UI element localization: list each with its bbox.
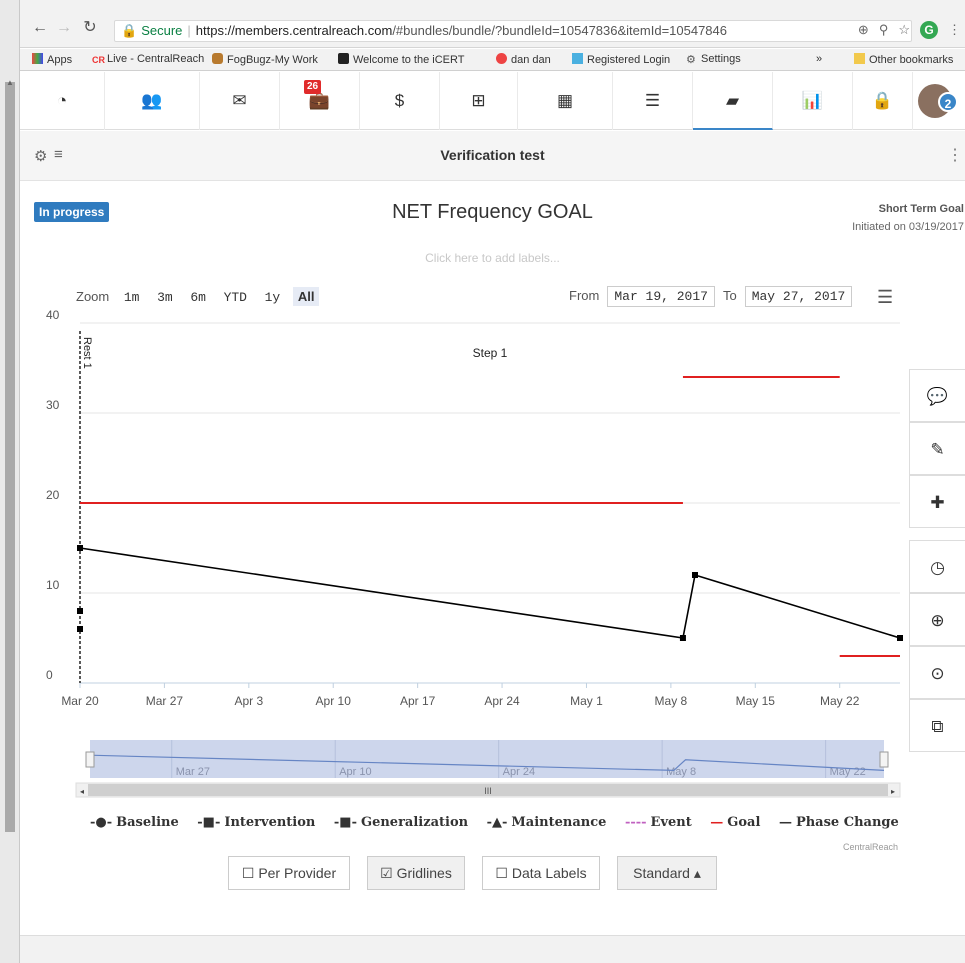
data-labels-toggle[interactable]: ☐ Data Labels [482,856,600,890]
phase-change-marker-icon: — [778,815,792,830]
x-tick-label: Apr 24 [484,694,520,708]
legend-generalization[interactable]: -■- Generalization [334,815,468,830]
x-tick-label: May 1 [570,694,603,708]
navigator-tick-label: Mar 27 [176,766,210,778]
goal-marker-icon: — [710,815,724,830]
checkbox-checked-icon: ☑ [380,865,393,881]
target-icon[interactable]: ⊙ [909,646,965,699]
legend-baseline[interactable]: -●- Baseline [90,815,179,830]
checkbox-empty-icon: ☐ [495,865,508,881]
copy-icon[interactable]: ⧉ [909,699,965,752]
scroll-left-arrow-icon: ◂ [80,787,84,796]
x-tick-label: Apr 10 [316,694,352,708]
checkbox-empty-icon: ☐ [241,865,255,881]
navigator-handle-left [85,751,95,768]
legend-label: Maintenance [511,815,607,830]
footer-bar [20,935,965,963]
standard-label: Standard [633,865,690,881]
chart-credit[interactable]: CentralReach [843,842,898,852]
x-tick-label: Apr 3 [234,694,263,708]
generalization-marker-icon: -■- [333,815,357,830]
scroll-right-arrow-icon: ▸ [891,787,895,796]
standard-dropdown[interactable]: Standard ▴ [617,856,717,890]
chart-navigator[interactable]: Mar 27 Apr 10 Apr 24 May 8 May 22III◂ ▸ [75,740,901,798]
legend-intervention[interactable]: -■- Intervention [197,815,315,830]
gridlines-toggle[interactable]: ☑ Gridlines [367,856,465,890]
clock-icon[interactable]: ◷ [909,540,965,593]
per-provider-label: Per Provider [258,865,337,881]
gridlines-label: Gridlines [396,865,452,881]
navigator-tick-label: May 8 [666,766,696,778]
event-marker-icon: ---- [624,815,647,830]
y-tick-label: 30 [46,398,60,412]
intervention-point [897,635,903,641]
intervention-point [692,572,698,578]
phase-line-label: Rest 1 [81,337,93,369]
data-labels-label: Data Labels [511,865,587,881]
y-tick-label: 40 [46,308,60,322]
legend-label: Phase Change [795,815,899,830]
legend-label: Intervention [224,815,316,830]
goal-series [80,376,900,657]
navigator-tick-label: Apr 10 [339,766,371,778]
y-tick-label: 10 [46,578,60,592]
x-tick-label: Mar 27 [146,694,184,708]
plus-circle-icon[interactable]: ⊕ [909,593,965,646]
comment-icon[interactable]: 💬 [909,369,965,422]
side-toolbar: 💬 ✎ ✚ ◷ ⊕ ⊙ ⧉ [909,369,965,752]
chart-legend: -●- Baseline -■- Intervention -■- Generaliz… [90,815,913,830]
intervention-point [77,545,83,551]
x-tick-label: Mar 20 [61,694,99,708]
intervention-point [679,635,686,641]
baseline-marker-icon: -●- [90,815,113,830]
intervention-point [77,608,83,614]
plus-icon[interactable]: ✚ [909,475,965,528]
x-tick-label: May 15 [736,694,776,708]
x-tick-label: May 8 [655,694,688,708]
navigator-tick-label: Apr 24 [503,766,535,778]
maintenance-marker-icon: -▲- [486,815,508,830]
y-axis-ticks: 0 10 20 30 40 [46,308,60,682]
y-tick-label: 20 [46,488,60,502]
pencil-icon[interactable]: ✎ [909,422,965,475]
legend-event[interactable]: ---- Event [625,815,692,830]
scrollbar-grip-icon: III [484,786,492,796]
x-axis-ticks: Mar 20 Mar 27 Apr 3 Apr 10 Apr 17 Apr 24 May 1… [61,683,860,708]
legend-goal[interactable]: — Goal [710,815,760,830]
x-tick-label: Apr 17 [400,694,436,708]
legend-maintenance[interactable]: -▲- Maintenance [487,815,607,830]
caret-up-icon: ▴ [693,865,701,881]
step-label: Step 1 [473,346,508,360]
legend-label: Event [650,815,692,830]
intervention-marker-icon: -■- [197,815,221,830]
intervention-point [77,626,83,632]
legend-phase-change[interactable]: — Phase Change [779,815,899,830]
legend-label: Goal [727,815,761,830]
navigator-handle-right [879,751,889,768]
legend-label: Generalization [360,815,469,830]
y-tick-label: 0 [46,668,53,682]
per-provider-toggle[interactable]: ☐ Per Provider [228,856,350,890]
x-tick-label: May 22 [820,694,860,708]
legend-label: Baseline [116,815,179,830]
